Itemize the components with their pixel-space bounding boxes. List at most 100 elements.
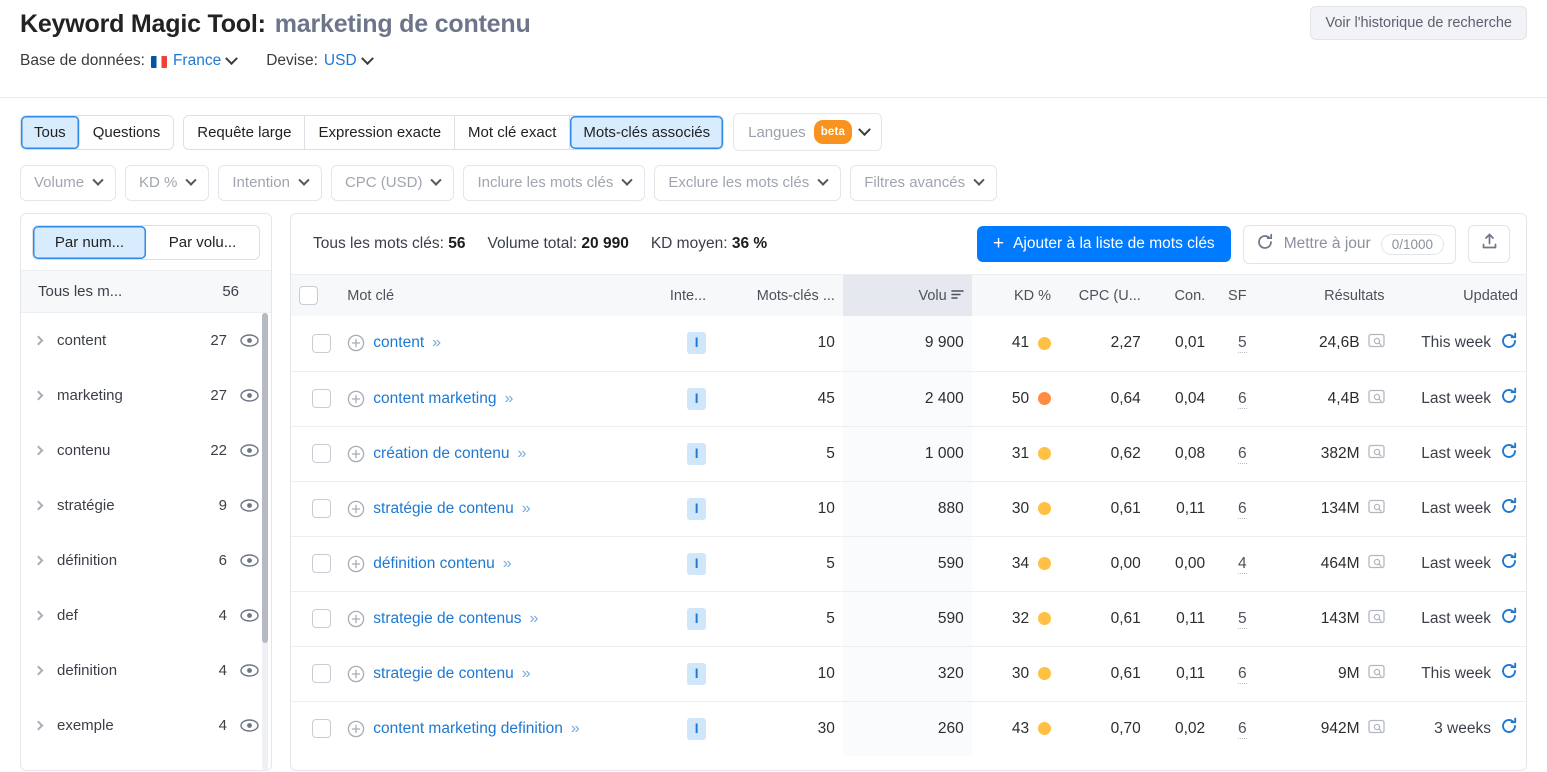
- sidebar-item-all-keywords[interactable]: Tous les m... 56: [21, 270, 271, 313]
- intent-badge[interactable]: I: [687, 607, 707, 630]
- filter-volume[interactable]: Volume: [20, 165, 117, 201]
- row-refresh-icon[interactable]: [1500, 607, 1518, 630]
- expand-keyword-icon[interactable]: »: [432, 331, 441, 355]
- eye-icon[interactable]: [240, 444, 259, 457]
- intent-badge[interactable]: I: [687, 387, 707, 410]
- serp-preview-icon[interactable]: [1367, 554, 1385, 574]
- table-row[interactable]: content » I 10 9 900 41 2,27 0,01 5 24,6…: [291, 316, 1526, 371]
- col-keyword[interactable]: Mot clé: [339, 275, 648, 316]
- col-results[interactable]: Résultats: [1254, 275, 1393, 316]
- update-button[interactable]: Mettre à jour 0/1000: [1242, 224, 1456, 264]
- tab-questions[interactable]: Questions: [79, 115, 174, 149]
- sort-by-volume-button[interactable]: Par volu...: [146, 226, 259, 259]
- sf-value[interactable]: 5: [1237, 334, 1247, 354]
- serp-preview-icon[interactable]: [1367, 499, 1385, 519]
- filter-include-keywords[interactable]: Inclure les mots clés: [463, 165, 646, 201]
- sf-value[interactable]: 5: [1237, 609, 1247, 629]
- sort-by-number-button[interactable]: Par num...: [33, 226, 146, 259]
- keyword-link[interactable]: stratégie de contenu: [373, 497, 513, 521]
- tab-mots-cles-associes[interactable]: Mots-clés associés: [570, 115, 724, 149]
- col-cpc[interactable]: CPC (U...: [1059, 275, 1149, 316]
- expand-keyword-icon[interactable]: »: [530, 607, 539, 631]
- serp-preview-icon[interactable]: [1367, 333, 1385, 353]
- intent-badge[interactable]: I: [687, 497, 707, 520]
- sf-value[interactable]: 6: [1237, 444, 1247, 464]
- row-refresh-icon[interactable]: [1500, 552, 1518, 575]
- tab-expression-exacte[interactable]: Expression exacte: [305, 115, 456, 149]
- sidebar-item-def[interactable]: def 4: [21, 588, 271, 643]
- row-checkbox[interactable]: [312, 444, 332, 463]
- eye-icon[interactable]: [240, 389, 259, 402]
- add-keyword-icon[interactable]: [347, 665, 365, 683]
- filter-exclude-keywords[interactable]: Exclure les mots clés: [654, 165, 842, 201]
- expand-keyword-icon[interactable]: »: [571, 717, 580, 741]
- table-row[interactable]: définition contenu » I 5 590 34 0,00 0,0…: [291, 535, 1526, 591]
- intent-badge[interactable]: I: [687, 717, 707, 740]
- add-keyword-icon[interactable]: [347, 445, 365, 463]
- sidebar-item-definition-accent[interactable]: définition 6: [21, 533, 271, 588]
- col-updated[interactable]: Updated: [1392, 275, 1526, 316]
- eye-icon[interactable]: [240, 719, 259, 732]
- sidebar-item-strategie[interactable]: stratégie 9: [21, 478, 271, 533]
- table-row[interactable]: strategie de contenu » I 10 320 30 0,61 …: [291, 645, 1526, 701]
- filter-cpc[interactable]: CPC (USD): [330, 165, 455, 201]
- serp-preview-icon[interactable]: [1367, 389, 1385, 409]
- expand-keyword-icon[interactable]: »: [522, 662, 531, 686]
- keyword-link[interactable]: content marketing definition: [373, 717, 563, 741]
- database-selector[interactable]: Base de données: France: [20, 51, 239, 70]
- sf-value[interactable]: 6: [1237, 389, 1247, 409]
- select-all-checkbox[interactable]: [299, 286, 318, 305]
- sidebar-scrollbar-thumb[interactable]: [262, 313, 268, 643]
- row-checkbox[interactable]: [312, 554, 332, 573]
- keyword-link[interactable]: content marketing: [373, 387, 496, 411]
- row-checkbox[interactable]: [312, 719, 332, 739]
- keyword-link[interactable]: définition contenu: [373, 552, 495, 576]
- keyword-link[interactable]: strategie de contenus: [373, 607, 521, 631]
- row-refresh-icon[interactable]: [1500, 662, 1518, 685]
- row-checkbox[interactable]: [312, 609, 332, 628]
- add-keyword-icon[interactable]: [347, 500, 365, 518]
- row-checkbox[interactable]: [312, 664, 332, 683]
- sidebar-item-definition[interactable]: definition 4: [21, 643, 271, 698]
- row-checkbox[interactable]: [312, 499, 332, 518]
- row-checkbox[interactable]: [312, 389, 332, 408]
- intent-badge[interactable]: I: [687, 442, 707, 465]
- intent-badge[interactable]: I: [687, 552, 707, 575]
- sf-value[interactable]: 6: [1237, 499, 1247, 519]
- serp-preview-icon[interactable]: [1367, 444, 1385, 464]
- keyword-link[interactable]: strategie de contenu: [373, 662, 513, 686]
- eye-icon[interactable]: [240, 609, 259, 622]
- eye-icon[interactable]: [240, 334, 259, 347]
- add-keyword-icon[interactable]: [347, 555, 365, 573]
- expand-keyword-icon[interactable]: »: [505, 387, 514, 411]
- row-refresh-icon[interactable]: [1500, 332, 1518, 355]
- col-intent[interactable]: Inte...: [647, 275, 715, 316]
- keyword-link[interactable]: création de contenu: [373, 442, 509, 466]
- row-refresh-icon[interactable]: [1500, 497, 1518, 520]
- sf-value[interactable]: 6: [1237, 719, 1247, 739]
- add-keyword-icon[interactable]: [347, 610, 365, 628]
- expand-keyword-icon[interactable]: »: [503, 552, 512, 576]
- table-row[interactable]: content marketing » I 45 2 400 50 0,64 0…: [291, 370, 1526, 426]
- sidebar-item-exemple[interactable]: exemple 4: [21, 698, 271, 753]
- sidebar-item-content[interactable]: content 27: [21, 313, 271, 368]
- filter-advanced[interactable]: Filtres avancés: [850, 165, 998, 201]
- tab-mot-cle-exact[interactable]: Mot clé exact: [455, 115, 571, 149]
- col-competition[interactable]: Con.: [1148, 275, 1214, 316]
- add-keyword-icon[interactable]: [347, 390, 365, 408]
- sf-value[interactable]: 4: [1237, 554, 1247, 574]
- col-kd[interactable]: KD %: [971, 275, 1060, 316]
- add-keyword-icon[interactable]: [347, 334, 365, 352]
- sf-value[interactable]: 6: [1237, 664, 1247, 684]
- filter-kd[interactable]: KD %: [125, 165, 210, 201]
- col-volume[interactable]: Volu: [842, 275, 972, 316]
- eye-icon[interactable]: [240, 664, 259, 677]
- sidebar-item-contenu[interactable]: contenu 22: [21, 423, 271, 478]
- languages-dropdown[interactable]: Langues beta: [733, 113, 883, 151]
- sidebar-scrollbar[interactable]: [262, 313, 268, 770]
- tab-tous[interactable]: Tous: [21, 115, 80, 149]
- add-keyword-icon[interactable]: [347, 720, 365, 738]
- serp-preview-icon[interactable]: [1367, 664, 1385, 684]
- table-row[interactable]: content marketing definition » I 30 260 …: [291, 700, 1526, 756]
- serp-preview-icon[interactable]: [1367, 609, 1385, 629]
